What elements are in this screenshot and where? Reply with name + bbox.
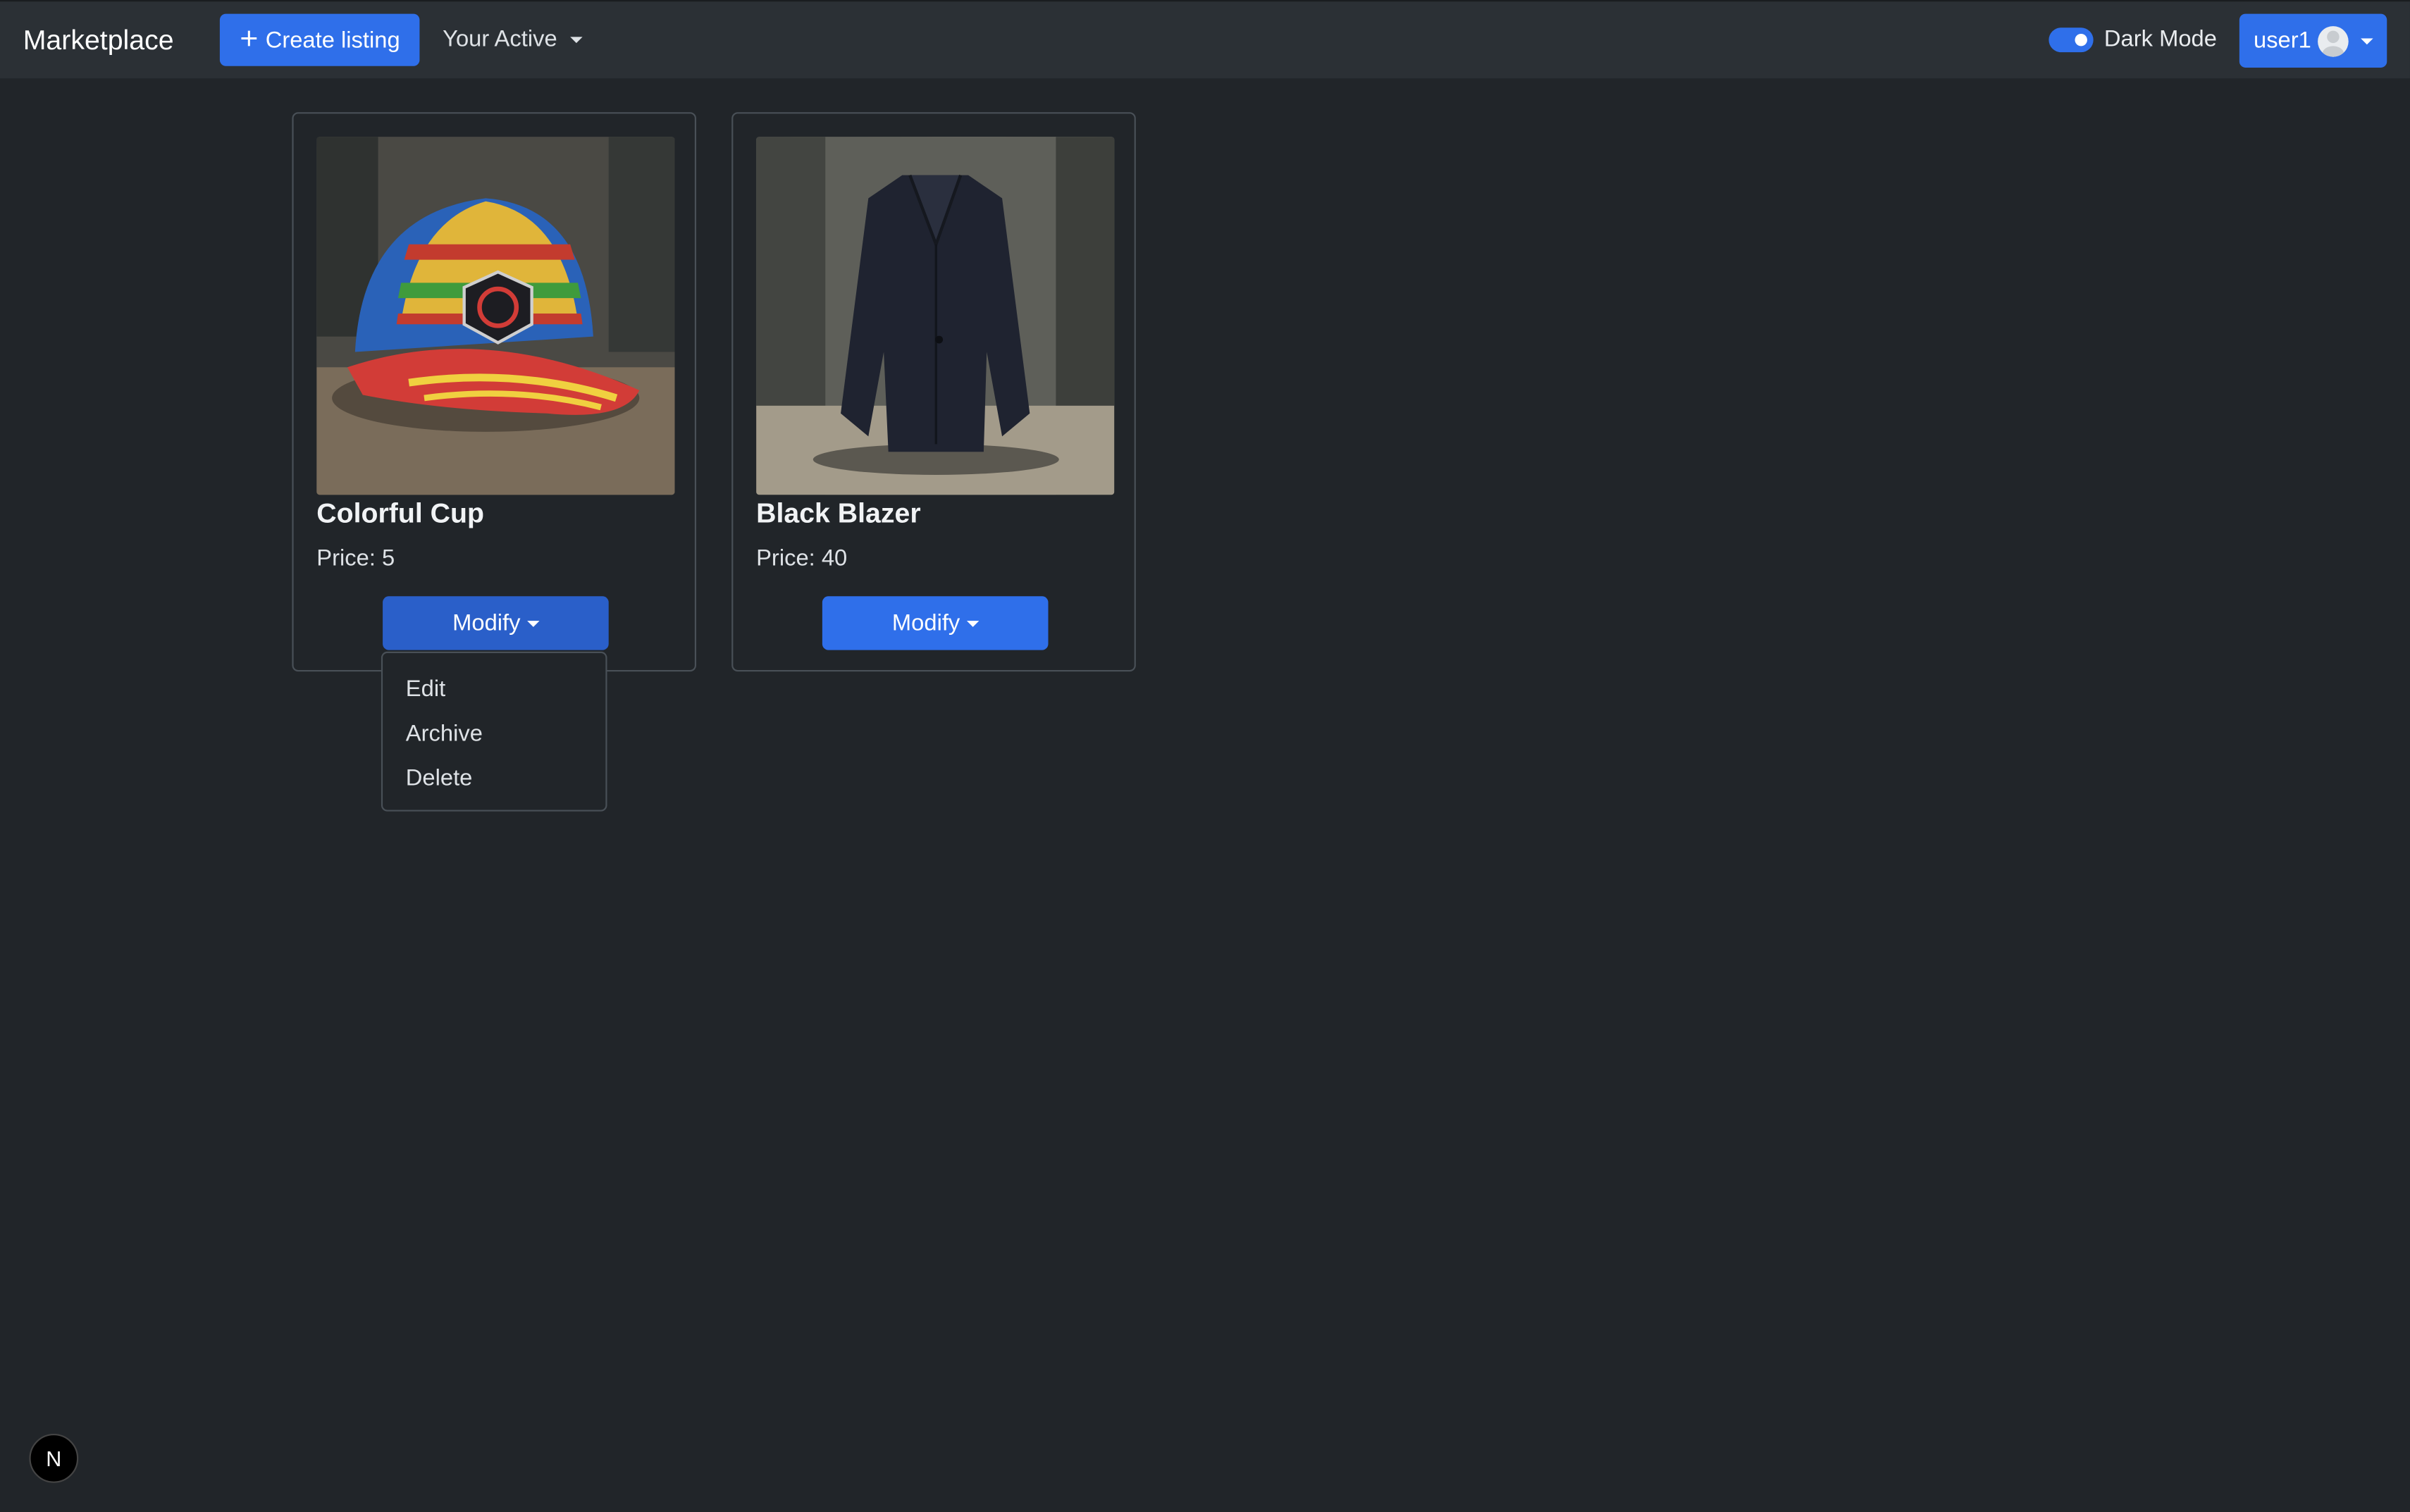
- brand-title[interactable]: Marketplace: [23, 24, 174, 56]
- dev-tools-badge[interactable]: N: [29, 1433, 79, 1483]
- listing-card: Black Blazer Price: 40 Modify: [731, 112, 1136, 672]
- menu-item-archive[interactable]: Archive: [406, 721, 483, 747]
- listing-title[interactable]: Black Blazer: [756, 498, 921, 531]
- listing-title[interactable]: Colorful Cup: [316, 498, 484, 531]
- dark-mode-toggle[interactable]: [2048, 27, 2094, 53]
- chevron-down-icon: [2360, 37, 2373, 44]
- modify-label: Modify: [891, 609, 960, 636]
- listing-image: [756, 137, 1115, 495]
- avatar: [2317, 25, 2349, 56]
- listing-image: [316, 137, 675, 495]
- create-listing-label: Create listing: [265, 27, 400, 54]
- navbar: Marketplace Create listing Your Active D…: [0, 0, 2410, 79]
- listing-price: Price: 5: [316, 545, 395, 572]
- page: Marketplace Create listing Your Active D…: [0, 0, 2410, 1512]
- chevron-down-icon: [569, 36, 582, 42]
- chevron-down-icon: [966, 620, 979, 626]
- next-logo-icon: N: [46, 1446, 62, 1471]
- create-listing-button[interactable]: Create listing: [219, 13, 420, 66]
- your-active-label: Your Active: [443, 26, 557, 53]
- dark-mode-label: Dark Mode: [2103, 26, 2217, 53]
- menu-item-delete[interactable]: Delete: [406, 765, 473, 791]
- user-menu-button[interactable]: user1: [2239, 13, 2387, 68]
- modify-label: Modify: [452, 609, 521, 636]
- toggle-knob: [2075, 33, 2087, 47]
- your-active-dropdown[interactable]: Your Active: [443, 26, 582, 53]
- modify-button[interactable]: Modify: [822, 596, 1049, 650]
- menu-item-edit[interactable]: Edit: [406, 676, 445, 702]
- user-name: user1: [2254, 27, 2311, 54]
- modify-button[interactable]: Modify: [383, 596, 609, 650]
- chevron-down-icon: [526, 620, 539, 626]
- listing-price: Price: 40: [756, 545, 848, 572]
- plus-icon: [240, 27, 258, 53]
- listing-card: Colorful Cup Price: 5 Modify: [292, 112, 697, 672]
- modify-dropdown-menu: Edit Archive Delete: [381, 651, 607, 812]
